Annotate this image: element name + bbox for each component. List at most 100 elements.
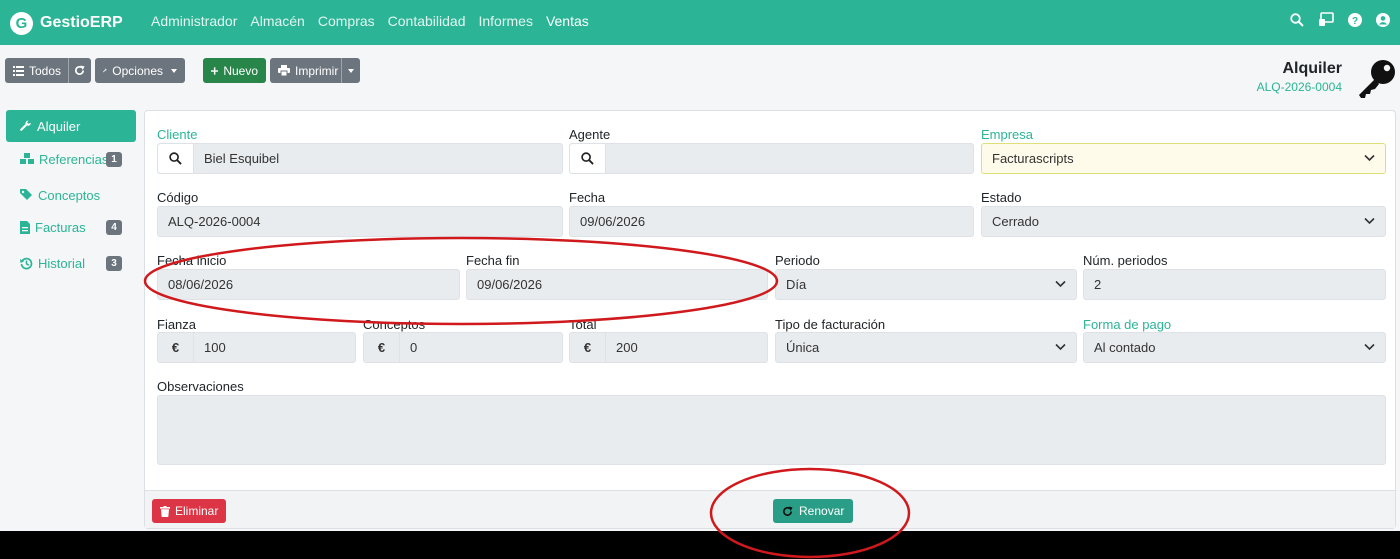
brand[interactable]: G GestioERP [10, 11, 123, 35]
cliente-value: Biel Esquibel [204, 151, 280, 166]
new-button-label: Nuevo [223, 63, 258, 78]
sidebar-item-facturas[interactable]: Facturas 4 [6, 211, 136, 243]
search-icon[interactable] [158, 144, 194, 173]
all-button-label: Todos [29, 63, 62, 78]
card-footer [145, 490, 1395, 528]
fianza-field[interactable]: € 100 [157, 332, 356, 363]
search-icon[interactable] [1290, 12, 1304, 27]
user-icon[interactable] [1376, 12, 1390, 27]
total-label: Total [569, 317, 597, 332]
count-badge: 3 [106, 256, 122, 271]
fecha-inicio-label: Fecha inicio [157, 253, 227, 268]
screen-share-icon[interactable] [1318, 12, 1334, 27]
print-button[interactable]: Imprimir [270, 58, 360, 83]
fecha-label: Fecha [569, 190, 606, 205]
key-icon [1356, 57, 1400, 104]
refresh-icon[interactable] [74, 65, 85, 76]
menu-administrador[interactable]: Administrador [151, 13, 237, 29]
agente-field[interactable] [569, 143, 974, 174]
split-divider [68, 58, 69, 83]
euro-icon: € [158, 333, 194, 362]
all-button[interactable]: Todos [5, 58, 91, 83]
estado-value: Cerrado [992, 214, 1039, 229]
empresa-label[interactable]: Empresa [981, 127, 1033, 142]
fecha-inicio-value: 08/06/2026 [168, 277, 234, 292]
rental-form-card: Cliente Biel Esquibel Agente Empresa Fac… [144, 110, 1396, 529]
total-field[interactable]: € 200 [569, 332, 768, 363]
page-subtitle-code: ALQ-2026-0004 [1256, 80, 1342, 94]
printer-icon [278, 65, 290, 76]
forma-pago-select[interactable]: Al contado [1083, 332, 1386, 363]
split-divider [341, 58, 342, 83]
codigo-value: ALQ-2026-0004 [168, 214, 261, 229]
empresa-select[interactable]: Facturascripts [981, 143, 1386, 174]
fianza-value: 100 [204, 340, 226, 355]
num-periodos-field[interactable]: 2 [1083, 269, 1386, 300]
sidebar-item-conceptos[interactable]: Conceptos [6, 179, 136, 211]
brand-logo-icon: G [10, 11, 33, 35]
sidebar-item-label: Conceptos [38, 187, 101, 203]
sidebar-item-label: Alquiler [37, 118, 81, 134]
periodo-value: Día [786, 277, 807, 292]
estado-select[interactable]: Cerrado [981, 206, 1386, 237]
sidebar-item-label: Referencias [39, 151, 109, 167]
observaciones-textarea[interactable] [157, 395, 1386, 465]
trash-icon [160, 505, 170, 517]
options-button[interactable]: Opciones [95, 58, 185, 83]
menu-ventas[interactable]: Ventas [546, 13, 589, 29]
cliente-label[interactable]: Cliente [157, 127, 197, 142]
menu-almacen[interactable]: Almacén [250, 13, 304, 29]
sidebar-item-label: Facturas [35, 219, 86, 235]
wrench-icon [20, 120, 31, 131]
menu-informes[interactable]: Informes [478, 13, 532, 29]
bottom-black-bar [0, 531, 1400, 559]
delete-button[interactable]: Eliminar [152, 499, 227, 523]
fianza-label: Fianza [157, 317, 197, 332]
new-button[interactable]: Nuevo [203, 58, 266, 83]
fecha-field[interactable]: 09/06/2026 [569, 206, 974, 237]
plus-icon [211, 66, 219, 75]
delete-button-label: Eliminar [175, 504, 219, 518]
fecha-inicio-field[interactable]: 08/06/2026 [157, 269, 460, 300]
page-title: Alquiler [1282, 60, 1342, 77]
forma-pago-label[interactable]: Forma de pago [1083, 317, 1171, 332]
conceptos-field[interactable]: € 0 [363, 332, 563, 363]
search-icon[interactable] [570, 144, 606, 173]
brand-name: GestioERP [40, 14, 123, 31]
svg-text:?: ? [1352, 16, 1358, 27]
main-menu: Administrador Almacén Compras Contabilid… [151, 13, 589, 29]
menu-contabilidad[interactable]: Contabilidad [388, 13, 466, 29]
euro-icon: € [364, 333, 400, 362]
forma-pago-value: Al contado [1094, 340, 1156, 355]
history-icon [20, 257, 33, 269]
cliente-field[interactable]: Biel Esquibel [157, 143, 563, 174]
invoice-icon [20, 220, 30, 234]
sidebar-item-label: Historial [38, 255, 85, 271]
chevron-down-icon [1364, 217, 1375, 225]
observaciones-label: Observaciones [157, 379, 244, 394]
sidebar-item-historial[interactable]: Historial 3 [6, 247, 136, 279]
empresa-value: Facturascripts [992, 151, 1074, 166]
tipo-facturacion-value: Única [786, 340, 820, 355]
count-badge: 4 [106, 220, 122, 235]
menu-compras[interactable]: Compras [318, 13, 375, 29]
top-navbar: G GestioERP Administrador Almacén Compra… [0, 0, 1400, 45]
fecha-fin-field[interactable]: 09/06/2026 [466, 269, 768, 300]
chevron-down-icon[interactable] [348, 69, 354, 73]
periodo-label: Periodo [775, 253, 820, 268]
sidebar-item-alquiler[interactable]: Alquiler [6, 110, 136, 142]
tipo-facturacion-label: Tipo de facturación [775, 317, 886, 332]
renew-button[interactable]: Renovar [773, 499, 854, 523]
conceptos-label: Conceptos [363, 317, 426, 332]
periodo-select[interactable]: Día [775, 269, 1077, 300]
codigo-field[interactable]: ALQ-2026-0004 [157, 206, 563, 237]
refresh-icon [783, 505, 793, 516]
tipo-facturacion-select[interactable]: Única [775, 332, 1077, 363]
chevron-down-icon [1055, 343, 1066, 351]
print-button-label: Imprimir [295, 63, 339, 78]
list-icon [13, 65, 24, 76]
total-value: 200 [616, 340, 638, 355]
help-icon[interactable]: ? [1348, 12, 1362, 27]
page-header: Alquiler ALQ-2026-0004 [1257, 60, 1342, 94]
sidebar-item-referencias[interactable]: Referencias 1 [6, 143, 136, 175]
